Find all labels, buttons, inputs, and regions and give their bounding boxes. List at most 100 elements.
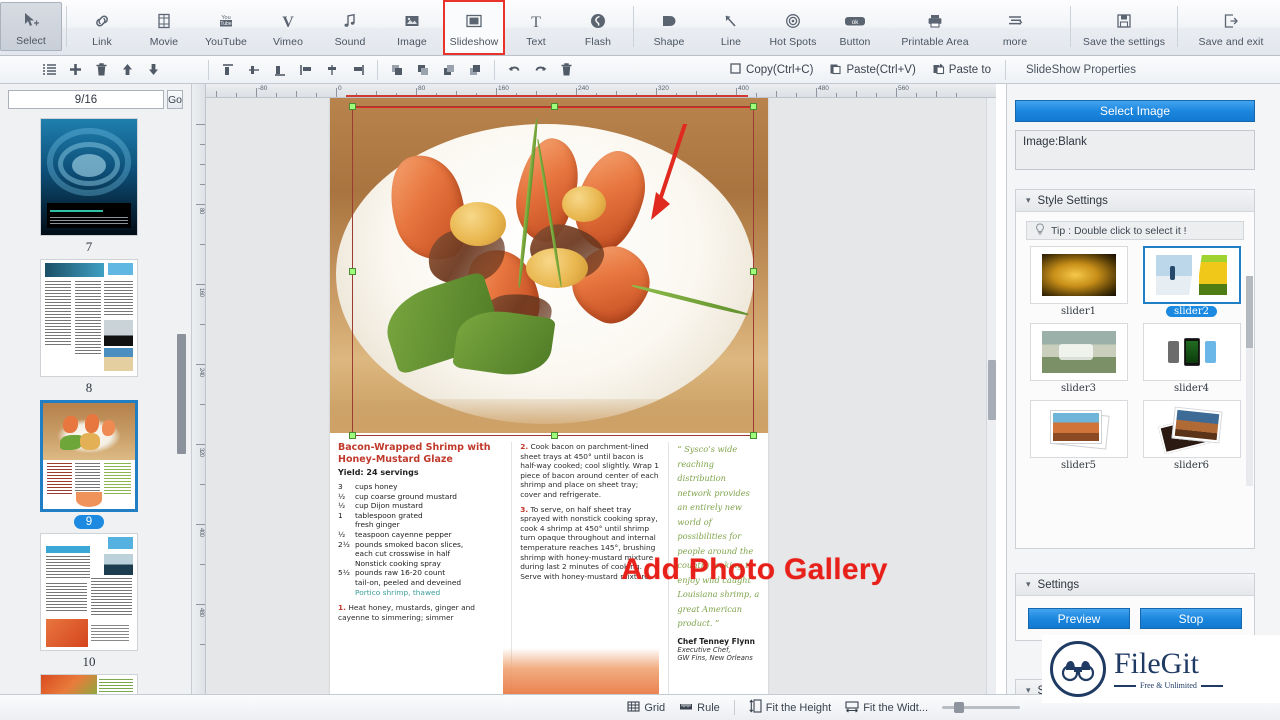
style-option-slider6[interactable]: slider6	[1137, 400, 1246, 475]
properties-panel-title: SlideShow Properties	[1012, 64, 1280, 76]
list-item[interactable]: 7	[0, 118, 178, 255]
copy-button[interactable]: Copy(Ctrl+C)	[721, 62, 821, 78]
select-image-button[interactable]: Select Image	[1015, 100, 1255, 122]
style-thumbnail-grid[interactable]: slider1 slider2	[1016, 246, 1254, 481]
page-thumbnail-panel: Go 7	[0, 84, 192, 694]
toolbar-button-image[interactable]: Image	[381, 0, 443, 55]
scrollbar-thumb[interactable]	[988, 360, 996, 420]
paste-button[interactable]: Paste(Ctrl+V)	[821, 62, 923, 78]
page-number-input[interactable]	[8, 90, 164, 109]
toolbar-button-text[interactable]: T Text	[505, 0, 567, 55]
style-thumbnail[interactable]	[1143, 400, 1241, 458]
align-top-icon[interactable]	[215, 57, 241, 83]
style-option-slider5[interactable]: slider5	[1024, 400, 1133, 475]
ingredient-qty: 5½	[338, 568, 355, 578]
align-middle-horizontal-icon[interactable]	[241, 57, 267, 83]
bring-forward-icon[interactable]	[410, 57, 436, 83]
toolbar-button-button[interactable]: ok Button	[824, 0, 886, 55]
stop-button[interactable]: Stop	[1140, 608, 1242, 629]
align-center-icon[interactable]	[319, 57, 345, 83]
go-button[interactable]: Go	[167, 90, 183, 109]
redo-icon[interactable]	[527, 57, 553, 83]
toolbar-button-save-exit[interactable]: Save and exit	[1182, 0, 1280, 55]
toolbar-button-vimeo[interactable]: V Vimeo	[257, 0, 319, 55]
toolbar-button-movie[interactable]: Movie	[133, 0, 195, 55]
arrow-up-icon[interactable]	[114, 57, 140, 83]
thumbnail-scrollbar[interactable]	[177, 334, 186, 454]
align-left-icon[interactable]	[293, 57, 319, 83]
page-thumbnail-7[interactable]	[40, 118, 138, 236]
page-number-label: 10	[83, 654, 96, 670]
vruler-label-480: 480	[198, 608, 204, 617]
style-option-slider3[interactable]: slider3	[1024, 323, 1133, 398]
toolbar-button-slideshow[interactable]: Slideshow	[443, 0, 505, 55]
toolbar-button-line[interactable]: Line	[700, 0, 762, 55]
settings-header[interactable]: ▾ Settings	[1016, 574, 1254, 596]
toolbar-button-link[interactable]: Link	[71, 0, 133, 55]
align-right-icon[interactable]	[345, 57, 371, 83]
page-thumbnail-11[interactable]	[40, 674, 138, 694]
list-icon[interactable]	[36, 57, 62, 83]
zoom-slider-track[interactable]	[942, 706, 1020, 709]
toolbar-button-shape[interactable]: Shape	[638, 0, 700, 55]
ingredient-text: tablespoon grated	[355, 511, 503, 521]
thumbnail-list[interactable]: 7 8	[0, 116, 178, 694]
list-item[interactable]: 8	[0, 259, 178, 396]
toolbar-label-slideshow: Slideshow	[450, 36, 499, 48]
page-thumbnail-10[interactable]	[40, 533, 138, 651]
list-item[interactable]	[0, 674, 178, 694]
style-option-slider2[interactable]: slider2	[1137, 246, 1246, 321]
status-grid-label: Grid	[644, 702, 665, 714]
bring-to-front-icon[interactable]	[384, 57, 410, 83]
step-number: 1.	[338, 603, 346, 612]
canvas-area[interactable]: Bacon-Wrapped Shrimp with Honey-Mustard …	[206, 98, 996, 694]
status-fit-height-button[interactable]: Fit the Height	[749, 699, 831, 716]
zoom-slider-knob[interactable]	[954, 702, 964, 713]
scrollbar-thumb[interactable]	[1246, 276, 1253, 348]
page-thumbnail-9[interactable]	[40, 400, 138, 512]
style-thumbnail-selected[interactable]	[1143, 246, 1241, 304]
toolbar-divider	[633, 6, 634, 47]
arrow-down-icon[interactable]	[140, 57, 166, 83]
canvas-vertical-scrollbar[interactable]	[986, 98, 996, 694]
zoom-slider[interactable]	[942, 706, 1020, 709]
status-rule-toggle[interactable]: Rule	[679, 700, 720, 716]
printer-icon	[926, 9, 944, 33]
style-option-slider4[interactable]: slider4	[1137, 323, 1246, 398]
secondary-toolbar: Copy(Ctrl+C) Paste(Ctrl+V) Paste to Slid…	[0, 56, 1280, 84]
preview-button[interactable]: Preview	[1028, 608, 1130, 629]
plus-icon[interactable]	[62, 57, 88, 83]
edit-tools-group	[501, 56, 579, 83]
style-thumbnail[interactable]	[1030, 323, 1128, 381]
style-settings-header[interactable]: ▾ Style Settings	[1016, 190, 1254, 212]
trash-icon[interactable]	[88, 57, 114, 83]
toolbar-button-sound[interactable]: Sound	[319, 0, 381, 55]
toolbar-button-hotspots[interactable]: Hot Spots	[762, 0, 824, 55]
step-text: Heat honey, mustards, ginger and cayenne…	[338, 603, 475, 622]
style-thumbnail[interactable]	[1030, 400, 1128, 458]
send-backward-icon[interactable]	[436, 57, 462, 83]
toolbar-button-save-settings[interactable]: Save the settings	[1075, 0, 1173, 55]
toolbar-button-more[interactable]: more	[984, 0, 1046, 55]
align-bottom-icon[interactable]	[267, 57, 293, 83]
paste-to-label: Paste to	[949, 64, 991, 76]
list-item[interactable]: 9	[0, 400, 178, 529]
status-fit-width-button[interactable]: Fit the Widt...	[845, 700, 928, 716]
recipe-step-1: 1. Heat honey, mustards, ginger and caye…	[338, 603, 503, 622]
style-grid-scrollbar[interactable]	[1246, 276, 1253, 486]
toolbar-button-printable-area[interactable]: Printable Area	[886, 0, 984, 55]
status-grid-toggle[interactable]: Grid	[627, 700, 665, 716]
toolbar-button-select[interactable]: Select	[0, 2, 62, 51]
toolbar-button-youtube[interactable]: YouTube YouTube	[195, 0, 257, 55]
undo-icon[interactable]	[501, 57, 527, 83]
style-thumbnail[interactable]	[1143, 323, 1241, 381]
list-item[interactable]: 10	[0, 533, 178, 670]
ingredient-text: teaspoon cayenne pepper	[355, 530, 503, 540]
send-to-back-icon[interactable]	[462, 57, 488, 83]
page-thumbnail-8[interactable]	[40, 259, 138, 377]
style-option-slider1[interactable]: slider1	[1024, 246, 1133, 321]
style-thumbnail[interactable]	[1030, 246, 1128, 304]
toolbar-button-flash[interactable]: Flash	[567, 0, 629, 55]
trash-icon[interactable]	[553, 57, 579, 83]
paste-to-button[interactable]: Paste to	[924, 62, 999, 78]
